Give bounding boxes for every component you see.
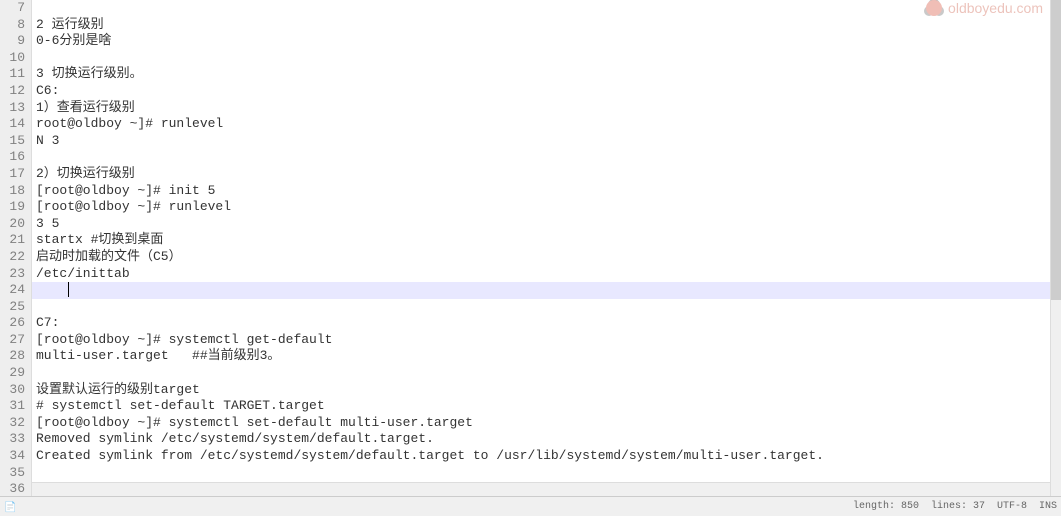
code-line[interactable]: N 3 — [32, 133, 1061, 150]
status-right: length: 850 lines: 37 UTF-8 INS — [853, 501, 1057, 512]
code-line[interactable]: root@oldboy ~]# runlevel — [32, 116, 1061, 133]
line-number: 34 — [0, 448, 25, 465]
line-number: 11 — [0, 66, 25, 83]
line-number: 26 — [0, 315, 25, 332]
code-line[interactable]: [root@oldboy ~]# init 5 — [32, 183, 1061, 200]
editor-container: 7891011121314151617181920212223242526272… — [0, 0, 1061, 496]
code-line[interactable]: # systemctl set-default TARGET.target — [32, 398, 1061, 415]
code-line[interactable]: Removed symlink /etc/systemd/system/defa… — [32, 431, 1061, 448]
code-line[interactable] — [32, 282, 1061, 299]
line-number: 23 — [0, 266, 25, 283]
line-number: 36 — [0, 481, 25, 496]
code-line[interactable] — [32, 50, 1061, 67]
code-line[interactable]: C7: — [32, 315, 1061, 332]
code-line[interactable]: 启动时加载的文件（C5） — [32, 249, 1061, 266]
line-number: 28 — [0, 348, 25, 365]
code-line[interactable] — [32, 0, 1061, 17]
line-number: 22 — [0, 249, 25, 266]
line-number: 31 — [0, 398, 25, 415]
line-number: 17 — [0, 166, 25, 183]
code-line[interactable]: multi-user.target ##当前级别3。 — [32, 348, 1061, 365]
code-line[interactable]: 设置默认运行的级别target — [32, 382, 1061, 399]
code-line[interactable]: 2）切换运行级别 — [32, 166, 1061, 183]
code-line[interactable]: 0-6分别是啥 — [32, 33, 1061, 50]
code-line[interactable]: /etc/inittab — [32, 266, 1061, 283]
code-line[interactable] — [32, 299, 1061, 316]
code-line[interactable]: startx #切换到桌面 — [32, 232, 1061, 249]
line-number: 10 — [0, 50, 25, 67]
code-line[interactable]: Created symlink from /etc/systemd/system… — [32, 448, 1061, 465]
line-number: 13 — [0, 100, 25, 117]
line-number: 29 — [0, 365, 25, 382]
code-line[interactable]: C6: — [32, 83, 1061, 100]
status-length: length: 850 — [853, 501, 919, 512]
line-number: 18 — [0, 183, 25, 200]
line-number: 30 — [0, 382, 25, 399]
line-number: 20 — [0, 216, 25, 233]
code-line[interactable]: 3 5 — [32, 216, 1061, 233]
text-cursor — [68, 282, 69, 297]
line-number: 35 — [0, 465, 25, 482]
code-area[interactable]: 2 运行级别0-6分别是啥 3 切换运行级别。C6:1）查看运行级别root@ol… — [32, 0, 1061, 496]
line-number: 12 — [0, 83, 25, 100]
code-line[interactable]: 2 运行级别 — [32, 17, 1061, 34]
code-line[interactable]: [root@oldboy ~]# runlevel — [32, 199, 1061, 216]
code-line[interactable] — [32, 465, 1061, 482]
line-number: 24 — [0, 282, 25, 299]
line-number: 7 — [0, 0, 25, 17]
line-number: 15 — [0, 133, 25, 150]
line-number: 27 — [0, 332, 25, 349]
vertical-scrollbar-thumb[interactable] — [1051, 0, 1061, 300]
code-line[interactable] — [32, 365, 1061, 382]
line-number: 9 — [0, 33, 25, 50]
status-ins: INS — [1039, 501, 1057, 512]
status-left: 📄 — [4, 502, 14, 512]
line-number: 32 — [0, 415, 25, 432]
line-number: 25 — [0, 299, 25, 316]
code-line[interactable] — [32, 149, 1061, 166]
line-number-gutter: 7891011121314151617181920212223242526272… — [0, 0, 32, 496]
code-line[interactable]: 1）查看运行级别 — [32, 100, 1061, 117]
line-number: 21 — [0, 232, 25, 249]
status-bar: 📄 length: 850 lines: 37 UTF-8 INS — [0, 496, 1061, 516]
line-number: 16 — [0, 149, 25, 166]
line-number: 14 — [0, 116, 25, 133]
status-file-icon: 📄 — [4, 502, 14, 512]
line-number: 19 — [0, 199, 25, 216]
line-number: 33 — [0, 431, 25, 448]
vertical-scrollbar[interactable] — [1050, 0, 1061, 496]
horizontal-scrollbar[interactable] — [32, 482, 1050, 496]
line-number: 8 — [0, 17, 25, 34]
status-encoding: UTF-8 — [997, 501, 1027, 512]
code-line[interactable]: [root@oldboy ~]# systemctl get-default — [32, 332, 1061, 349]
code-line[interactable]: [root@oldboy ~]# systemctl set-default m… — [32, 415, 1061, 432]
status-lines: lines: 37 — [931, 501, 985, 512]
code-line[interactable]: 3 切换运行级别。 — [32, 66, 1061, 83]
